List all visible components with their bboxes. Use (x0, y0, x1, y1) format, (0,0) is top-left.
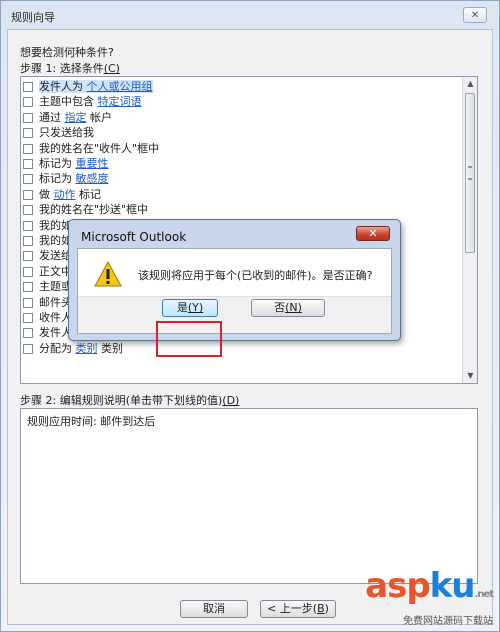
condition-value-link[interactable]: 动作 (54, 188, 76, 201)
yes-button[interactable]: 是(Y) (162, 299, 218, 317)
condition-checkbox[interactable] (23, 236, 33, 246)
dialog-message: 该规则将应用于每个(已收到的邮件)。是否正确? (138, 269, 373, 282)
condition-checkbox[interactable] (23, 189, 33, 200)
condition-checkbox[interactable] (23, 220, 33, 231)
condition-label: 主题中包含 特定词语 (39, 95, 142, 109)
condition-checkbox[interactable] (23, 313, 33, 323)
condition-checkbox[interactable] (23, 266, 33, 277)
condition-item[interactable]: 发件人 (23, 325, 72, 340)
condition-checkbox[interactable] (23, 128, 33, 139)
back-close: ) (324, 602, 329, 615)
condition-checkbox[interactable] (23, 97, 33, 108)
grip-icon (468, 166, 472, 180)
condition-label: 发件人为 个人或公用组 (39, 80, 153, 93)
scroll-thumb[interactable] (465, 93, 475, 253)
window-title: 规则向导 (11, 11, 55, 24)
step1-text: 步骤 1: 选择条件 (20, 62, 104, 75)
condition-item[interactable]: 分配为 类别 类别 (23, 341, 123, 356)
condition-item[interactable]: 我的如 (23, 218, 72, 233)
condition-value-link[interactable]: 重要性 (76, 157, 109, 170)
scroll-down-icon[interactable]: ▼ (463, 369, 477, 383)
rule-description-box[interactable]: 规则应用时间: 邮件到达后 (20, 408, 478, 584)
condition-item[interactable]: 标记为 重要性 (23, 156, 109, 171)
condition-label: 只发送给我 (39, 126, 94, 140)
dialog-body: 该规则将应用于每个(已收到的邮件)。是否正确? 是(Y) 否(N) (77, 248, 392, 357)
condition-checkbox[interactable] (23, 297, 33, 308)
watermark-logo: aspku.net (365, 566, 495, 606)
rule-description-text: 规则应用时间: 邮件到达后 (27, 415, 156, 428)
back-button[interactable]: < 上一步(B) (260, 600, 336, 618)
close-button[interactable]: ✕ (463, 7, 487, 23)
scroll-up-icon[interactable]: ▲ (463, 77, 477, 91)
condition-value-link[interactable]: 指定 (65, 111, 87, 124)
condition-item[interactable]: 发送给 (23, 248, 72, 263)
step2-accel: (D) (222, 394, 240, 407)
step2-label: 步骤 2: 编辑规则说明(单击带下划线的值)(D) (20, 392, 239, 408)
watermark-net: .net (474, 589, 495, 600)
no-label: 否 (274, 301, 286, 314)
condition-label: 我的姓名在"抄送"框中 (39, 203, 149, 217)
step2-text: 步骤 2: 编辑规则说明(单击带下划线的值) (20, 394, 223, 407)
condition-label: 标记为 重要性 (39, 157, 109, 170)
back-label: < 上一步( (267, 602, 318, 615)
warning-icon (94, 261, 122, 287)
step1-accel: (C) (103, 62, 120, 75)
condition-label: 做 动作 标记 (39, 187, 101, 201)
cancel-button[interactable]: 取消 (180, 600, 248, 618)
watermark: aspku.net 免费网站源码下载站 (365, 566, 495, 627)
condition-checkbox[interactable] (23, 143, 33, 154)
condition-value-link[interactable]: 个人或公用组 (87, 80, 153, 93)
condition-item[interactable]: 标记为 敏感度 (23, 171, 109, 186)
condition-item[interactable]: 只发送给我 (23, 125, 94, 140)
question-label: 想要检测何种条件? (20, 46, 114, 59)
rules-wizard-window: 规则向导 ✕ 想要检测何种条件? 步骤 1: 选择条件(C) ▲ ▼ 发件人为 … (0, 0, 500, 632)
condition-item[interactable]: 通过 指定 帐户 (23, 110, 112, 125)
condition-item[interactable]: 我的姓名在"抄送"框中 (23, 202, 148, 217)
condition-item[interactable]: 我的姓名在"收件人"框中 (23, 141, 159, 156)
condition-checkbox[interactable] (23, 205, 33, 216)
condition-label: 我的姓名在"收件人"框中 (39, 141, 160, 155)
condition-value-link[interactable]: 类别 (76, 342, 98, 355)
condition-checkbox[interactable] (23, 159, 33, 169)
condition-checkbox[interactable] (23, 112, 33, 123)
condition-value-link[interactable]: 特定词语 (98, 95, 142, 108)
dialog-title: Microsoft Outlook (81, 230, 187, 244)
dialog-button-area (78, 296, 391, 333)
condition-item[interactable]: 正文中 (23, 264, 72, 279)
condition-item[interactable]: 邮件头 (23, 295, 72, 310)
back-key: B (317, 602, 325, 615)
condition-item[interactable]: 发件人为 个人或公用组 (23, 79, 153, 94)
confirm-dialog: Microsoft Outlook ✕ 该规则将应用于每个(已收到的邮件)。是否… (68, 219, 401, 357)
condition-value-link[interactable]: 敏感度 (76, 172, 109, 185)
condition-checkbox[interactable] (23, 251, 33, 262)
condition-checkbox[interactable] (23, 82, 33, 92)
dialog-close-button[interactable]: ✕ (356, 226, 390, 241)
yes-key: (Y) (187, 301, 204, 314)
condition-item[interactable]: 主题中包含 特定词语 (23, 94, 142, 109)
condition-label: 分配为 类别 类别 (39, 341, 123, 355)
condition-checkbox[interactable] (23, 174, 33, 185)
watermark-subtitle: 免费网站源码下载站 (403, 616, 493, 627)
condition-checkbox[interactable] (23, 343, 33, 354)
conditions-scrollbar[interactable]: ▲ ▼ (462, 77, 477, 383)
step1-label: 步骤 1: 选择条件(C) (20, 60, 120, 76)
no-button[interactable]: 否(N) (251, 299, 325, 317)
condition-checkbox[interactable] (23, 328, 33, 339)
no-key: (N) (285, 301, 302, 314)
condition-item[interactable]: 做 动作 标记 (23, 187, 101, 202)
condition-item[interactable]: 我的如 (23, 233, 72, 248)
yes-button-highlight (156, 321, 222, 357)
condition-label: 标记为 敏感度 (39, 172, 109, 186)
condition-item[interactable]: 主题或 (23, 279, 72, 294)
condition-label: 通过 指定 帐户 (39, 110, 112, 124)
yes-label: 是 (176, 301, 188, 314)
condition-item[interactable]: 收件人 (23, 310, 72, 325)
condition-checkbox[interactable] (23, 282, 33, 293)
